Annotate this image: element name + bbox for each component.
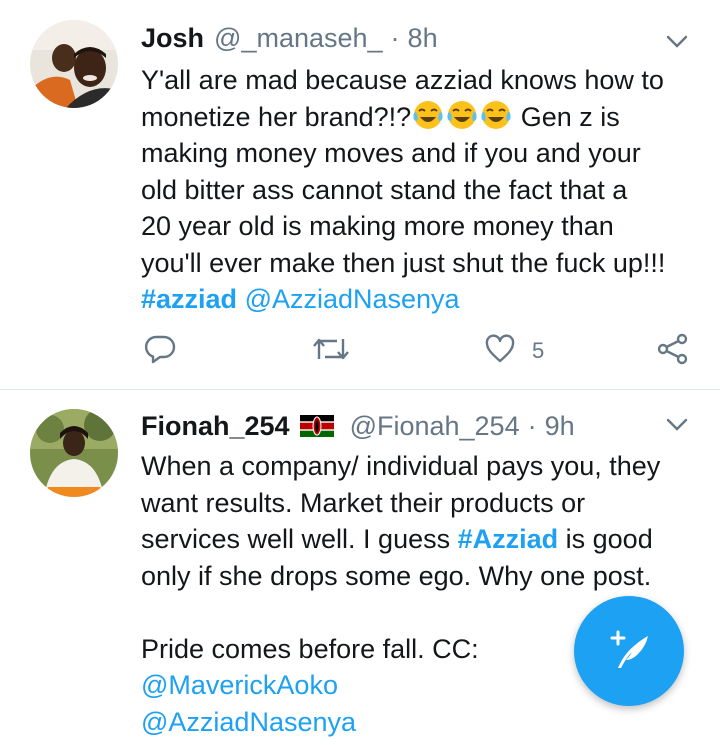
tweet-text-segment: services well well. I guess [141, 524, 458, 554]
tweet-text-segment: monetize her brand?!? [141, 101, 412, 132]
tweet-text-line: monetize her brand?!? Gen z is [141, 99, 694, 136]
tweet-text-line: only if she drops some ego. Why one post… [141, 560, 652, 591]
tweet-text-segment: is good [558, 524, 653, 554]
chevron-down-icon[interactable] [666, 35, 688, 49]
tweet-header: Josh @_manaseh_ · 8h [141, 18, 700, 58]
retweet-icon [311, 333, 351, 370]
kenya-flag-icon [299, 415, 334, 437]
user-handle[interactable]: @Fionah_254 [350, 411, 520, 442]
tweet-josh[interactable]: Josh @_manaseh_ · 8h Y'all are mad becau… [0, 0, 720, 390]
like-count: 5 [532, 338, 545, 363]
tweet-text-line: #azziad @AzziadNasenya [141, 281, 694, 318]
tweet-actions: 5 [141, 331, 701, 371]
tweet-text-line: services well well. I guess #Azziad is g… [141, 521, 694, 558]
share-icon [656, 333, 690, 370]
tweet-text: Y'all are mad because azziad knows how t… [141, 62, 694, 318]
tweet-text-line: making money moves and if you and your [141, 138, 641, 168]
retweet-button[interactable] [311, 331, 351, 371]
tweet-text-line: When a company/ individual pays you, the… [141, 451, 661, 481]
avatar-fionah[interactable] [30, 409, 118, 497]
mention-link[interactable]: @AzziadNasenya [245, 284, 460, 314]
timestamp: 9h [544, 410, 575, 441]
mention-link[interactable]: @AzziadNasenya [141, 704, 694, 741]
face-with-tears-of-joy-icon [445, 99, 479, 131]
tweet-text-line: you'll ever make then just shut the fuck… [141, 247, 666, 278]
display-name[interactable]: Fionah_254 [141, 411, 290, 442]
hashtag-link[interactable]: #Azziad [458, 524, 559, 554]
tweet-text-line: old bitter ass cannot stand the fact tha… [141, 174, 628, 205]
tweet-header: Fionah_254 @Fionah_254 · 9h [141, 406, 700, 446]
timestamp: 8h [407, 22, 438, 53]
display-name[interactable]: Josh [141, 23, 204, 54]
separator-dot: · [527, 410, 537, 441]
user-handle[interactable]: @_manaseh_ [214, 23, 383, 54]
face-with-tears-of-joy-icon [411, 99, 445, 131]
reply-button[interactable] [144, 331, 176, 371]
separator-dot: · [390, 22, 400, 53]
face-with-tears-of-joy-icon [479, 99, 513, 131]
tweet-text-line: 20 year old is making more money than [141, 211, 614, 241]
heart-icon [484, 333, 516, 370]
avatar-josh[interactable] [30, 20, 118, 108]
chevron-down-icon[interactable] [666, 418, 688, 432]
reply-icon [144, 333, 176, 370]
compose-tweet-icon [604, 624, 654, 679]
tweet-text-line: want results. Market their products or [141, 487, 586, 518]
tweet-text-line: Y'all are mad because azziad knows how t… [141, 65, 664, 95]
tweet-text-segment [513, 102, 521, 132]
like-button[interactable]: 5 [484, 331, 544, 371]
compose-tweet-button[interactable] [574, 596, 684, 706]
tweet-text-segment: Gen z is [520, 101, 620, 132]
hashtag-link[interactable]: #azziad [141, 284, 237, 314]
share-button[interactable] [656, 331, 690, 371]
